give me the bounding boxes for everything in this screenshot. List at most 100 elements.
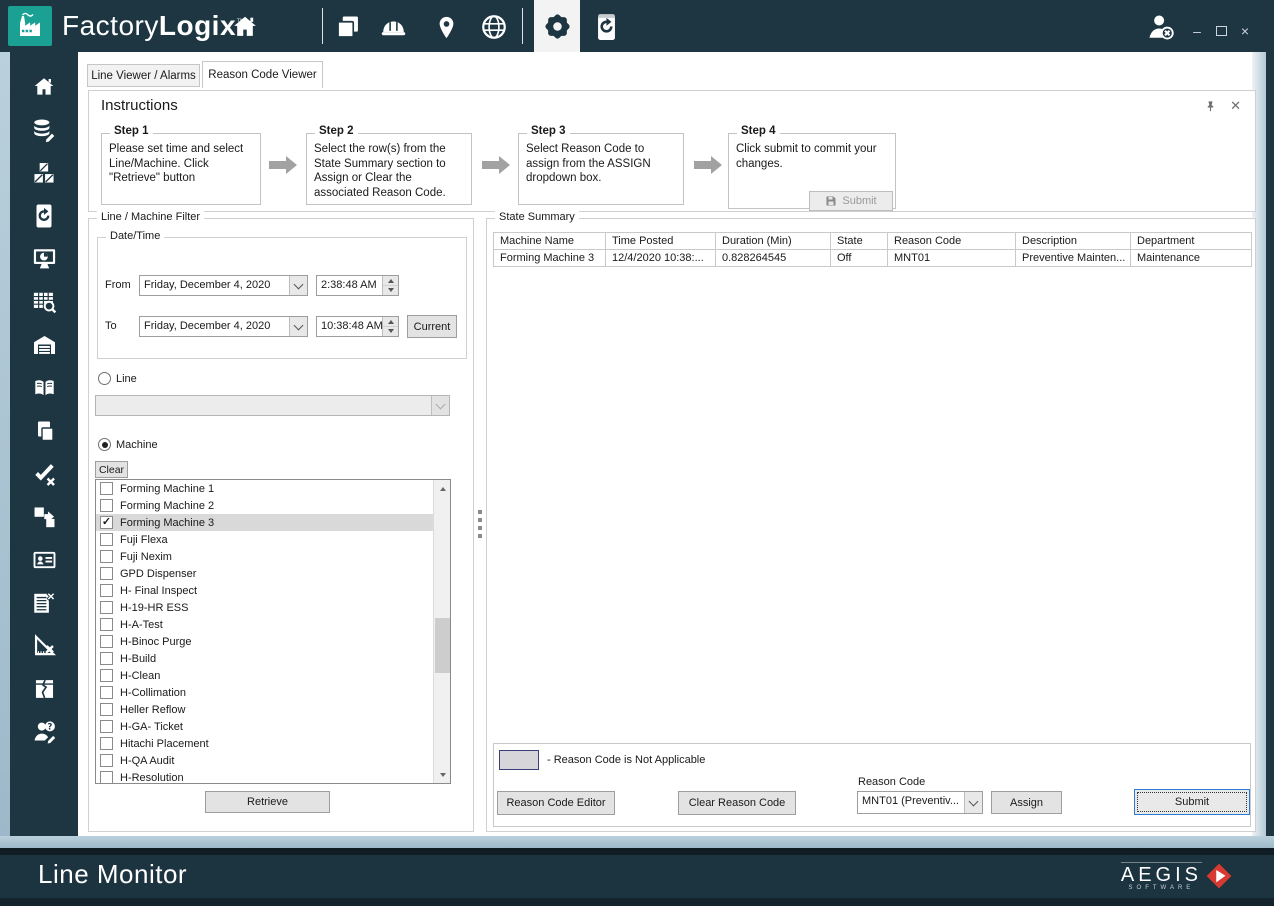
- checkbox-checked[interactable]: ✓: [100, 516, 113, 529]
- to-time-field[interactable]: 10:38:48 AM: [316, 316, 399, 337]
- gear-icon[interactable]: [534, 0, 580, 52]
- machine-list-item[interactable]: H-19-HR ESS: [96, 599, 433, 616]
- open-book-icon[interactable]: [31, 375, 58, 401]
- user-question-icon[interactable]: ?: [31, 719, 58, 745]
- home-icon[interactable]: [230, 12, 260, 42]
- device-restore-icon[interactable]: [31, 203, 58, 229]
- machine-list-item[interactable]: H-GA- Ticket: [96, 718, 433, 735]
- machine-list-item[interactable]: Forming Machine 2: [96, 497, 433, 514]
- close-button[interactable]: ×: [1236, 22, 1254, 40]
- checkbox[interactable]: [100, 635, 113, 648]
- machine-list-item[interactable]: H-Resolution: [96, 769, 433, 784]
- checkbox[interactable]: [100, 533, 113, 546]
- scrollbar-thumb[interactable]: [435, 618, 450, 673]
- clear-reason-code-button[interactable]: Clear Reason Code: [678, 791, 796, 815]
- chevron-down-icon[interactable]: [964, 792, 982, 813]
- checkbox[interactable]: [100, 771, 113, 784]
- minimize-button[interactable]: –: [1188, 22, 1206, 40]
- location-pin-icon[interactable]: [431, 12, 461, 42]
- from-time-field[interactable]: 2:38:48 AM: [316, 275, 399, 296]
- submit-button[interactable]: Submit: [1134, 789, 1250, 815]
- checkbox[interactable]: [100, 754, 113, 767]
- database-edit-icon[interactable]: [31, 117, 58, 143]
- checkbox[interactable]: [100, 550, 113, 563]
- pages-icon[interactable]: [333, 12, 363, 42]
- panel-splitter[interactable]: [476, 218, 484, 832]
- tab-line-viewer-alarms[interactable]: Line Viewer / Alarms: [87, 64, 200, 87]
- to-date-picker[interactable]: Friday, December 4, 2020: [139, 316, 308, 337]
- reason-code-select[interactable]: MNT01 (Preventiv...: [857, 791, 983, 814]
- clear-button[interactable]: Clear: [95, 461, 128, 478]
- time-up-icon[interactable]: [383, 317, 398, 326]
- col-duration[interactable]: Duration (Min): [716, 233, 831, 250]
- damaged-box-icon[interactable]: [31, 676, 58, 702]
- copy-documents-icon[interactable]: [31, 418, 58, 444]
- machine-list-item[interactable]: H-QA Audit: [96, 752, 433, 769]
- scroll-up-icon[interactable]: [434, 480, 451, 497]
- from-date-picker[interactable]: Friday, December 4, 2020: [139, 275, 308, 296]
- transfer-icon[interactable]: [31, 504, 58, 530]
- machine-list-item[interactable]: Heller Reflow: [96, 701, 433, 718]
- user-logout-icon[interactable]: [1146, 12, 1176, 42]
- machine-list-item[interactable]: Fuji Flexa: [96, 531, 433, 548]
- checkbox[interactable]: [100, 499, 113, 512]
- globe-icon[interactable]: [479, 12, 509, 42]
- machine-list-item[interactable]: GPD Dispenser: [96, 565, 433, 582]
- checkbox[interactable]: [100, 686, 113, 699]
- hardhat-icon[interactable]: [378, 12, 408, 42]
- device-restore-icon[interactable]: [591, 12, 621, 42]
- col-state[interactable]: State: [831, 233, 888, 250]
- line-radio[interactable]: [98, 372, 111, 385]
- checkbox[interactable]: [100, 482, 113, 495]
- instructions-submit-button[interactable]: Submit: [809, 191, 893, 211]
- checkbox[interactable]: [100, 584, 113, 597]
- assign-button[interactable]: Assign: [991, 791, 1062, 814]
- machine-list-item[interactable]: H- Final Inspect: [96, 582, 433, 599]
- home-icon[interactable]: [31, 74, 58, 100]
- boxes-icon[interactable]: [31, 160, 58, 186]
- check-x-icon[interactable]: [31, 461, 58, 487]
- col-department[interactable]: Department: [1131, 233, 1252, 250]
- machine-list-item-selected[interactable]: ✓Forming Machine 3: [96, 514, 433, 531]
- checkbox[interactable]: [100, 567, 113, 580]
- machine-list-item[interactable]: H-A-Test: [96, 616, 433, 633]
- machine-list-scrollbar[interactable]: [433, 480, 450, 783]
- col-time-posted[interactable]: Time Posted: [606, 233, 716, 250]
- machine-list-item[interactable]: Hitachi Placement: [96, 735, 433, 752]
- tab-reason-code-viewer[interactable]: Reason Code Viewer: [202, 61, 323, 88]
- machine-list-item[interactable]: H-Collimation: [96, 684, 433, 701]
- checkbox[interactable]: [100, 601, 113, 614]
- checkbox[interactable]: [100, 720, 113, 733]
- time-up-icon[interactable]: [383, 276, 398, 285]
- machine-list-item[interactable]: H-Binoc Purge: [96, 633, 433, 650]
- checkbox[interactable]: [100, 737, 113, 750]
- machine-radio[interactable]: [98, 438, 111, 451]
- chevron-down-icon[interactable]: [289, 317, 307, 336]
- chevron-down-icon[interactable]: [289, 276, 307, 295]
- close-panel-icon[interactable]: ✕: [1230, 100, 1241, 112]
- list-x-icon[interactable]: [31, 590, 58, 616]
- checkbox[interactable]: [100, 618, 113, 631]
- machine-list-item[interactable]: Fuji Nexim: [96, 548, 433, 565]
- current-button[interactable]: Current: [407, 315, 457, 338]
- time-down-icon[interactable]: [383, 285, 398, 295]
- pin-icon[interactable]: [1205, 100, 1216, 112]
- maximize-button[interactable]: [1212, 22, 1230, 40]
- checkbox[interactable]: [100, 652, 113, 665]
- reason-code-editor-button[interactable]: Reason Code Editor: [497, 791, 615, 815]
- table-search-icon[interactable]: [31, 289, 58, 315]
- checkbox[interactable]: [100, 703, 113, 716]
- id-card-icon[interactable]: [31, 547, 58, 573]
- machine-list-item[interactable]: H-Clean: [96, 667, 433, 684]
- machine-list-item[interactable]: Forming Machine 1: [96, 480, 433, 497]
- retrieve-button[interactable]: Retrieve: [205, 791, 330, 813]
- table-row[interactable]: Forming Machine 3 12/4/2020 10:38:... 0.…: [494, 250, 1252, 267]
- col-machine-name[interactable]: Machine Name: [494, 233, 606, 250]
- col-description[interactable]: Description: [1016, 233, 1131, 250]
- monitor-chart-icon[interactable]: [31, 246, 58, 272]
- checkbox[interactable]: [100, 669, 113, 682]
- time-down-icon[interactable]: [383, 326, 398, 336]
- machine-list-item[interactable]: H-Build: [96, 650, 433, 667]
- ruler-x-icon[interactable]: [31, 633, 58, 659]
- warehouse-icon[interactable]: [31, 332, 58, 358]
